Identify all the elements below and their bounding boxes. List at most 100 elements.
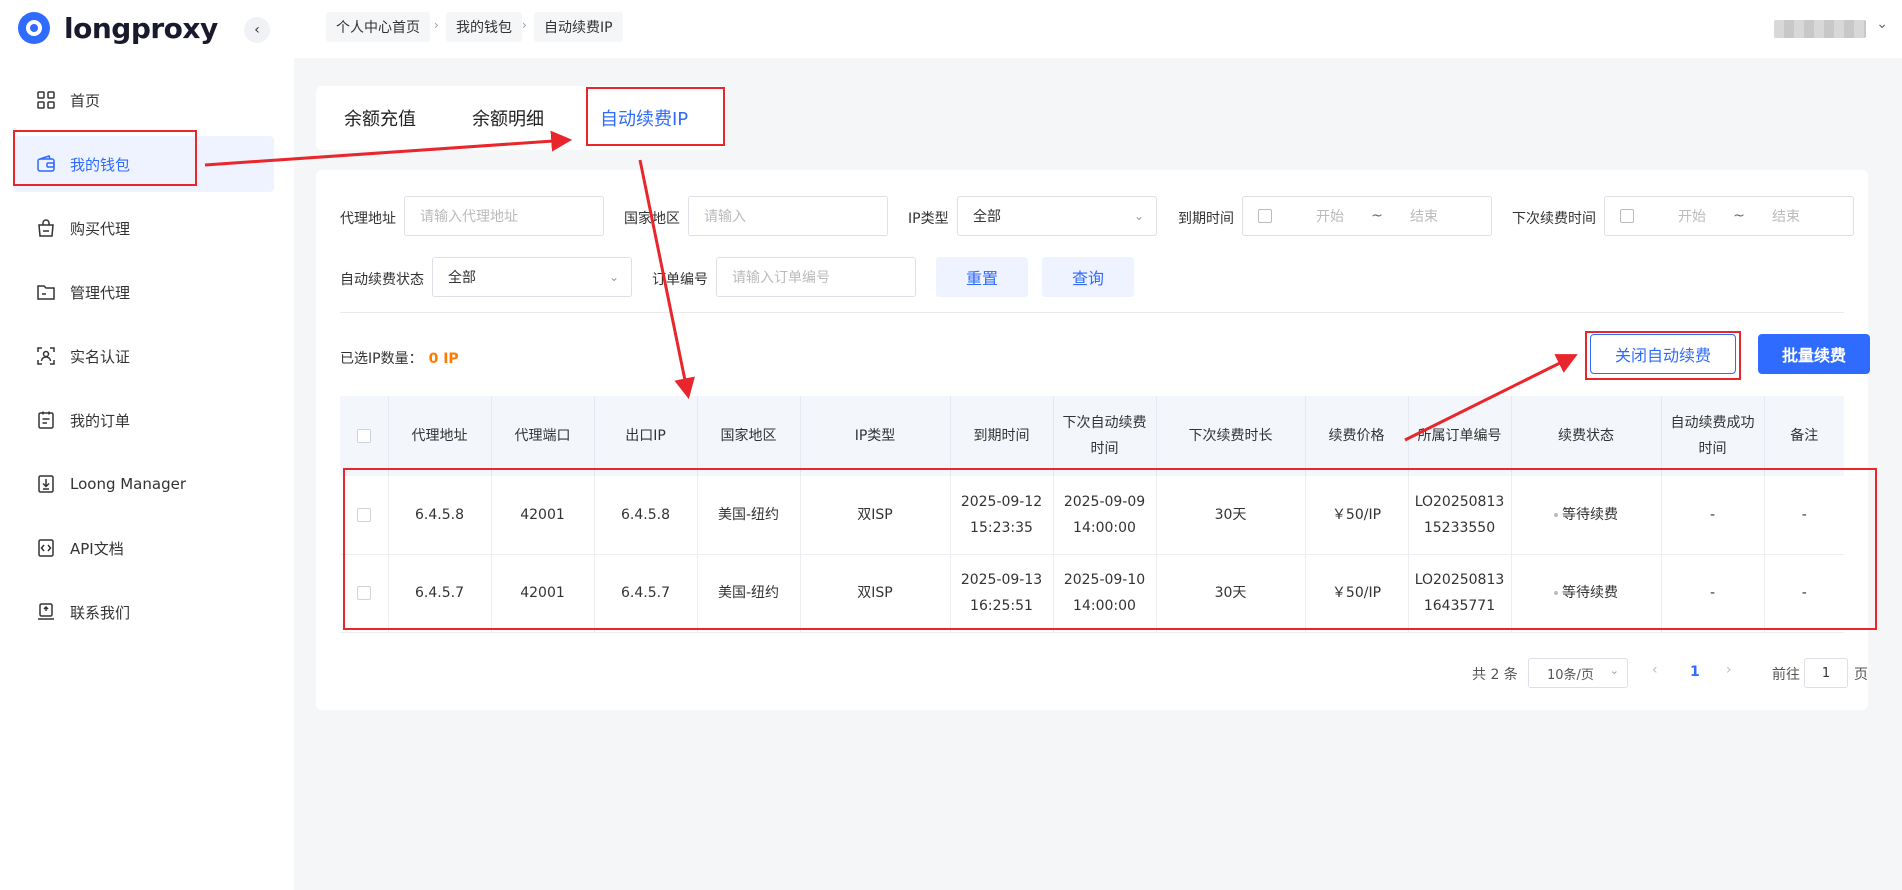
sidebar-item-label: Loong Manager xyxy=(70,475,186,493)
column-header: 续费状态 xyxy=(1511,396,1662,476)
auto-renew-table: 代理地址 代理端口 出口IP 国家地区 IP类型 到期时间 下次自动续费时间 下… xyxy=(340,396,1844,633)
cell-order: LO20250813 15233550 xyxy=(1408,476,1512,555)
grid-icon xyxy=(36,90,56,110)
tab-recharge[interactable]: 余额充值 xyxy=(316,86,444,150)
code-doc-icon xyxy=(36,538,56,558)
order-no-part: 15233550 xyxy=(1423,519,1496,536)
country-label: 国家地区 xyxy=(624,211,680,227)
row-checkbox[interactable] xyxy=(356,586,371,600)
page-number-current[interactable]: 1 xyxy=(1690,664,1700,680)
ip-type-value: 全部 xyxy=(973,209,1001,225)
cell-type: 双ISP xyxy=(800,554,951,633)
sidebar-item-verification[interactable]: 实名认证 xyxy=(0,324,294,388)
reset-button[interactable]: 重置 xyxy=(936,257,1028,297)
sidebar-item-label: 我的钱包 xyxy=(70,155,131,174)
next-date: 2025-09-09 xyxy=(1063,493,1146,510)
sidebar-item-home[interactable]: 首页 xyxy=(0,68,294,132)
sidebar-item-label: 实名认证 xyxy=(70,347,131,366)
sidebar-item-wallet[interactable]: 我的钱包 xyxy=(14,136,274,192)
sidebar-item-loong-manager[interactable]: Loong Manager xyxy=(0,452,294,516)
sidebar-item-buy-proxy[interactable]: 购买代理 xyxy=(0,196,294,260)
clipboard-icon xyxy=(36,410,56,430)
tab-auto-renew-ip[interactable]: 自动续费IP xyxy=(572,86,716,150)
auto-renew-status-label: 自动续费状态 xyxy=(340,272,424,288)
page-size-select[interactable]: 10条/页 ⌄ xyxy=(1528,658,1628,688)
cell-status: 等待续费 xyxy=(1511,554,1662,633)
sidebar-item-orders[interactable]: 我的订单 xyxy=(0,388,294,452)
cell-expire: 2025-09-13 16:25:51 xyxy=(950,554,1054,633)
chevron-down-icon[interactable]: ⌄ xyxy=(1876,16,1888,32)
range-end: 结束 xyxy=(1410,209,1438,225)
batch-renew-button[interactable]: 批量续费 xyxy=(1758,334,1870,374)
order-no-input[interactable]: 请输入订单编号 xyxy=(716,257,916,297)
column-header: 代理地址 xyxy=(388,396,492,476)
tab-balance-detail[interactable]: 余额明细 xyxy=(444,86,572,150)
breadcrumb-auto-renew[interactable]: 自动续费IP xyxy=(534,12,623,42)
range-end: 结束 xyxy=(1772,209,1800,225)
table-row: 6.4.5.7 42001 6.4.5.7 美国-纽约 双ISP 2025-09… xyxy=(340,554,1844,633)
sidebar-item-api-docs[interactable]: API文档 xyxy=(0,516,294,580)
cell-region: 美国-纽约 xyxy=(697,554,801,633)
column-header: 自动续费成功时间 xyxy=(1661,396,1765,476)
pagination-total: 共 2 条 xyxy=(1472,667,1518,683)
sidebar-item-manage-proxy[interactable]: 管理代理 xyxy=(0,260,294,324)
cell-region: 美国-纽约 xyxy=(697,476,801,555)
status-text: 等待续费 xyxy=(1562,585,1618,601)
collapse-sidebar-button[interactable]: ‹ xyxy=(244,17,270,43)
status-text: 等待续费 xyxy=(1562,506,1618,523)
shopping-bag-icon xyxy=(36,218,56,238)
breadcrumb-home[interactable]: 个人中心首页 xyxy=(326,12,430,42)
tab-bar: 余额充值 余额明细 自动续费IP xyxy=(316,86,726,150)
select-all-header[interactable] xyxy=(340,396,389,476)
cell-status: 等待续费 xyxy=(1511,476,1662,555)
cell-remark: - xyxy=(1764,554,1844,633)
row-select-cell xyxy=(340,554,389,633)
range-start: 开始 xyxy=(1316,209,1344,225)
next-renew-time-range[interactable]: 开始 ~ 结束 xyxy=(1604,196,1854,236)
download-icon xyxy=(36,474,56,494)
expire-time: 15:23:35 xyxy=(970,519,1033,536)
sidebar-item-label: API文档 xyxy=(70,539,124,558)
column-header: 出口IP xyxy=(594,396,698,476)
goto-label: 前往 xyxy=(1772,667,1800,683)
cell-next-renew: 2025-09-09 14:00:00 xyxy=(1053,476,1157,555)
breadcrumb-wallet[interactable]: 我的钱包 xyxy=(446,12,522,42)
logo-mark-icon xyxy=(18,12,50,44)
auto-renew-status-select[interactable]: 全部 ⌄ xyxy=(432,257,632,297)
cell-duration: 30天 xyxy=(1156,476,1306,555)
chevron-right-icon: › xyxy=(522,18,527,32)
logo[interactable]: longproxy xyxy=(18,8,218,48)
user-menu[interactable] xyxy=(1774,20,1866,38)
contact-icon xyxy=(36,602,56,622)
cell-exit-ip: 6.4.5.7 xyxy=(594,554,698,633)
cell-order: LO20250813 16435771 xyxy=(1408,554,1512,633)
chevron-right-icon: › xyxy=(434,18,439,32)
cell-address: 6.4.5.7 xyxy=(388,554,492,633)
row-checkbox[interactable] xyxy=(356,507,371,522)
proxy-address-input[interactable]: 请输入代理地址 xyxy=(404,196,604,236)
close-auto-renew-button[interactable]: 关闭自动续费 xyxy=(1590,334,1736,374)
country-input[interactable]: 请输入 xyxy=(688,196,888,236)
select-all-checkbox[interactable] xyxy=(356,429,371,443)
column-header: 所属订单编号 xyxy=(1408,396,1512,476)
table-row: 6.4.5.8 42001 6.4.5.8 美国-纽约 双ISP 2025-09… xyxy=(340,476,1844,555)
table-header-row: 代理地址 代理端口 出口IP 国家地区 IP类型 到期时间 下次自动续费时间 下… xyxy=(340,396,1844,476)
chevron-down-icon: ⌄ xyxy=(608,270,619,284)
cell-success-time: - xyxy=(1661,554,1765,633)
column-header: 备注 xyxy=(1764,396,1844,476)
prev-page-button[interactable]: ‹ xyxy=(1652,662,1658,678)
selected-count-label: 已选IP数量： xyxy=(340,351,423,367)
column-header: IP类型 xyxy=(800,396,951,476)
query-button[interactable]: 查询 xyxy=(1042,257,1134,297)
expire-time-range[interactable]: 开始 ~ 结束 xyxy=(1242,196,1492,236)
next-page-button[interactable]: › xyxy=(1726,662,1732,678)
order-no-part: LO20250813 xyxy=(1414,493,1505,510)
status-dot xyxy=(1554,591,1558,595)
ip-type-select[interactable]: 全部 ⌄ xyxy=(957,196,1157,236)
breadcrumb-label: 我的钱包 xyxy=(456,20,512,36)
proxy-address-label: 代理地址 xyxy=(340,211,396,227)
goto-page-input[interactable]: 1 xyxy=(1804,658,1848,688)
cell-price: ￥50/IP xyxy=(1305,476,1409,555)
column-header: 到期时间 xyxy=(950,396,1054,476)
sidebar-item-contact[interactable]: 联系我们 xyxy=(0,580,294,644)
